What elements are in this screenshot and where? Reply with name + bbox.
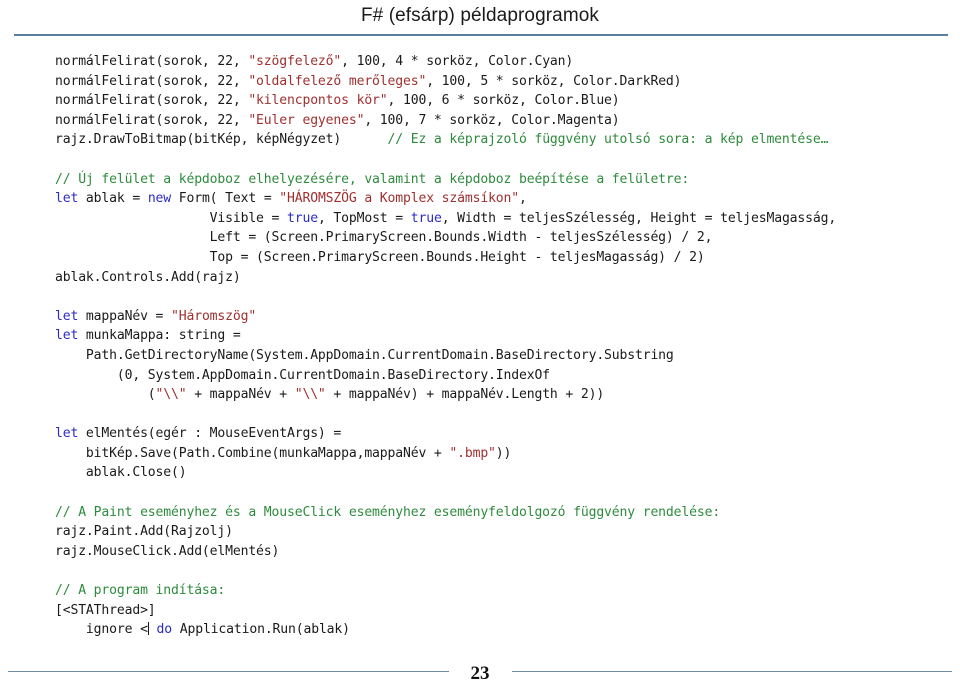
code-line: Path.GetDirectoryName(System.AppDomain.C…	[55, 348, 674, 363]
code-token-plain: ablak.Controls.Add(rajz)	[55, 269, 241, 285]
code-token-plain: rajz.MouseClick.Add(elMentés)	[55, 543, 280, 559]
code-token-kw: do	[156, 622, 173, 638]
footer-divider-left	[8, 670, 449, 672]
code-token-plain: rajz.DrawToBitmap(bitKép, képNégyzet)	[55, 132, 388, 148]
code-token-kw: let	[55, 191, 79, 207]
code-token-string: "\\"	[294, 387, 326, 403]
footer-divider-right	[511, 670, 952, 672]
code-line: ablak.Close()	[55, 465, 187, 481]
code-token-plain: normálFelirat(sorok, 22,	[55, 73, 249, 89]
code-line: let mappaNév = "Háromszög"	[55, 309, 256, 324]
header-divider	[14, 34, 948, 36]
code-token-string: "szögfelező"	[248, 54, 342, 69]
code-token-plain: ,	[519, 191, 527, 207]
code-token-comment: // Ez a képrajzoló függvény utolsó sora:…	[387, 132, 829, 148]
code-block: normálFelirat(sorok, 22, "szögfelező", 1…	[55, 52, 955, 640]
code-token-kw: let	[55, 328, 79, 344]
slide-page: { "header": { "title": "F# (efsárp) péld…	[0, 0, 960, 690]
code-token-kw: let	[55, 308, 79, 324]
code-token-plain: munkaMappa: string =	[78, 328, 241, 344]
code-token-plain: normálFelirat(sorok, 22,	[55, 112, 249, 128]
code-token-string: "HÁROMSZÖG a Komplex számsíkon"	[279, 191, 520, 207]
code-token-plain: Application.Run(ablak)	[172, 622, 350, 638]
code-token-plain: (	[55, 387, 156, 403]
code-line: rajz.Paint.Add(Rajzolj)	[55, 524, 233, 539]
code-line: normálFelirat(sorok, 22, "kilencpontos k…	[55, 93, 620, 108]
code-token-plain: bitKép.Save(Path.Combine(munkaMappa,mapp…	[55, 445, 450, 461]
code-line: ("\\" + mappaNév + "\\" + mappaNév) + ma…	[55, 387, 604, 402]
code-token-plain: ))	[495, 445, 512, 461]
code-token-plain: rajz.Paint.Add(Rajzolj)	[55, 524, 233, 540]
code-token-plain: , Width = teljesSzélesség, Height = telj…	[441, 210, 837, 226]
code-line: Visible = true, TopMost = true, Width = …	[55, 210, 837, 226]
code-line: ablak.Controls.Add(rajz)	[55, 270, 241, 285]
code-line: normálFelirat(sorok, 22, "szögfelező", 1…	[55, 54, 573, 69]
slide-footer: 23	[0, 648, 960, 690]
code-token-plain: + mappaNév) + mappaNév.Length + 2))	[325, 387, 605, 403]
code-token-plain: Visible =	[55, 210, 287, 226]
code-line: // A program indítása:	[55, 583, 225, 598]
code-token-string: "\\"	[155, 387, 187, 403]
code-token-plain: Top = (Screen.PrimaryScreen.Bounds.Heigh…	[55, 249, 705, 265]
code-token-string: "Euler egyenes"	[248, 112, 365, 128]
code-token-plain: elMentés(egér : MouseEventArgs) =	[78, 426, 342, 442]
code-token-plain: (0, System.AppDomain.CurrentDomain.BaseD…	[55, 367, 550, 383]
code-token-plain: , 100, 4 * sorköz, Color.Cyan)	[341, 54, 574, 69]
code-token-plain: Left = (Screen.PrimaryScreen.Bounds.Widt…	[55, 230, 713, 246]
code-line: Top = (Screen.PrimaryScreen.Bounds.Heigh…	[55, 250, 705, 265]
page-title: F# (efsárp) példaprogramok	[360, 5, 600, 26]
code-token-plain: normálFelirat(sorok, 22,	[55, 93, 249, 109]
code-token-kw: true	[287, 210, 318, 226]
code-token-plain: ignore <	[55, 622, 148, 638]
code-line: ignore < do Application.Run(ablak)	[55, 622, 350, 637]
code-token-comment: // A Paint eseményhez és a MouseClick es…	[55, 504, 721, 520]
code-token-kw: let	[55, 426, 79, 442]
code-token-string: "kilencpontos kör"	[248, 93, 388, 109]
code-listing-area: normálFelirat(sorok, 22, "szögfelező", 1…	[55, 52, 955, 637]
code-token-plain: mappaNév =	[78, 308, 172, 324]
code-token-plain: [<STAThread>]	[55, 602, 156, 618]
code-token-plain: , 100, 5 * sorköz, Color.DarkRed)	[426, 73, 682, 89]
slide-header: F# (efsárp) példaprogramok	[0, 0, 960, 38]
code-line: rajz.DrawToBitmap(bitKép, képNégyzet) //…	[55, 132, 828, 147]
code-line: bitKép.Save(Path.Combine(munkaMappa,mapp…	[55, 446, 511, 461]
code-token-plain: , TopMost =	[317, 210, 411, 226]
code-token-string: "oldalfelező merőleges"	[248, 73, 427, 89]
code-line: rajz.MouseClick.Add(elMentés)	[55, 544, 279, 559]
code-line: let elMentés(egér : MouseEventArgs) =	[55, 426, 341, 441]
code-line: (0, System.AppDomain.CurrentDomain.BaseD…	[55, 368, 550, 383]
code-line: // A Paint eseményhez és a MouseClick es…	[55, 505, 720, 520]
code-line: normálFelirat(sorok, 22, "oldalfelező me…	[55, 73, 682, 89]
page-number: 23	[470, 663, 490, 684]
code-token-comment: // Új felület a képdoboz elhelyezésére, …	[55, 171, 690, 187]
code-token-plain: Form( Text =	[171, 191, 280, 207]
code-token-kw: new	[147, 191, 172, 207]
code-token-string: "Háromszög"	[171, 308, 257, 324]
code-token-plain: Path.GetDirectoryName(System.AppDomain.C…	[55, 347, 674, 363]
code-token-kw: true	[410, 210, 442, 226]
code-line: Left = (Screen.PrimaryScreen.Bounds.Widt…	[55, 230, 713, 246]
code-token-comment: // A program indítása:	[55, 583, 226, 599]
code-token-plain: normálFelirat(sorok, 22,	[55, 54, 249, 69]
code-token-plain: , 100, 7 * sorköz, Color.Magenta)	[364, 112, 620, 128]
code-token-plain: ablak =	[78, 191, 148, 207]
code-token-plain: ablak.Close()	[55, 465, 187, 481]
code-token-plain: + mappaNév +	[186, 387, 295, 403]
code-token-plain: , 100, 6 * sorköz, Color.Blue)	[387, 93, 620, 109]
code-line: let munkaMappa: string =	[55, 328, 241, 343]
code-line: normálFelirat(sorok, 22, "Euler egyenes"…	[55, 113, 620, 128]
code-line: let ablak = new Form( Text = "HÁROMSZÖG …	[55, 191, 527, 206]
code-token-string: ".bmp"	[449, 445, 496, 461]
code-line: // Új felület a képdoboz elhelyezésére, …	[55, 172, 689, 187]
code-line: [<STAThread>]	[55, 603, 156, 618]
